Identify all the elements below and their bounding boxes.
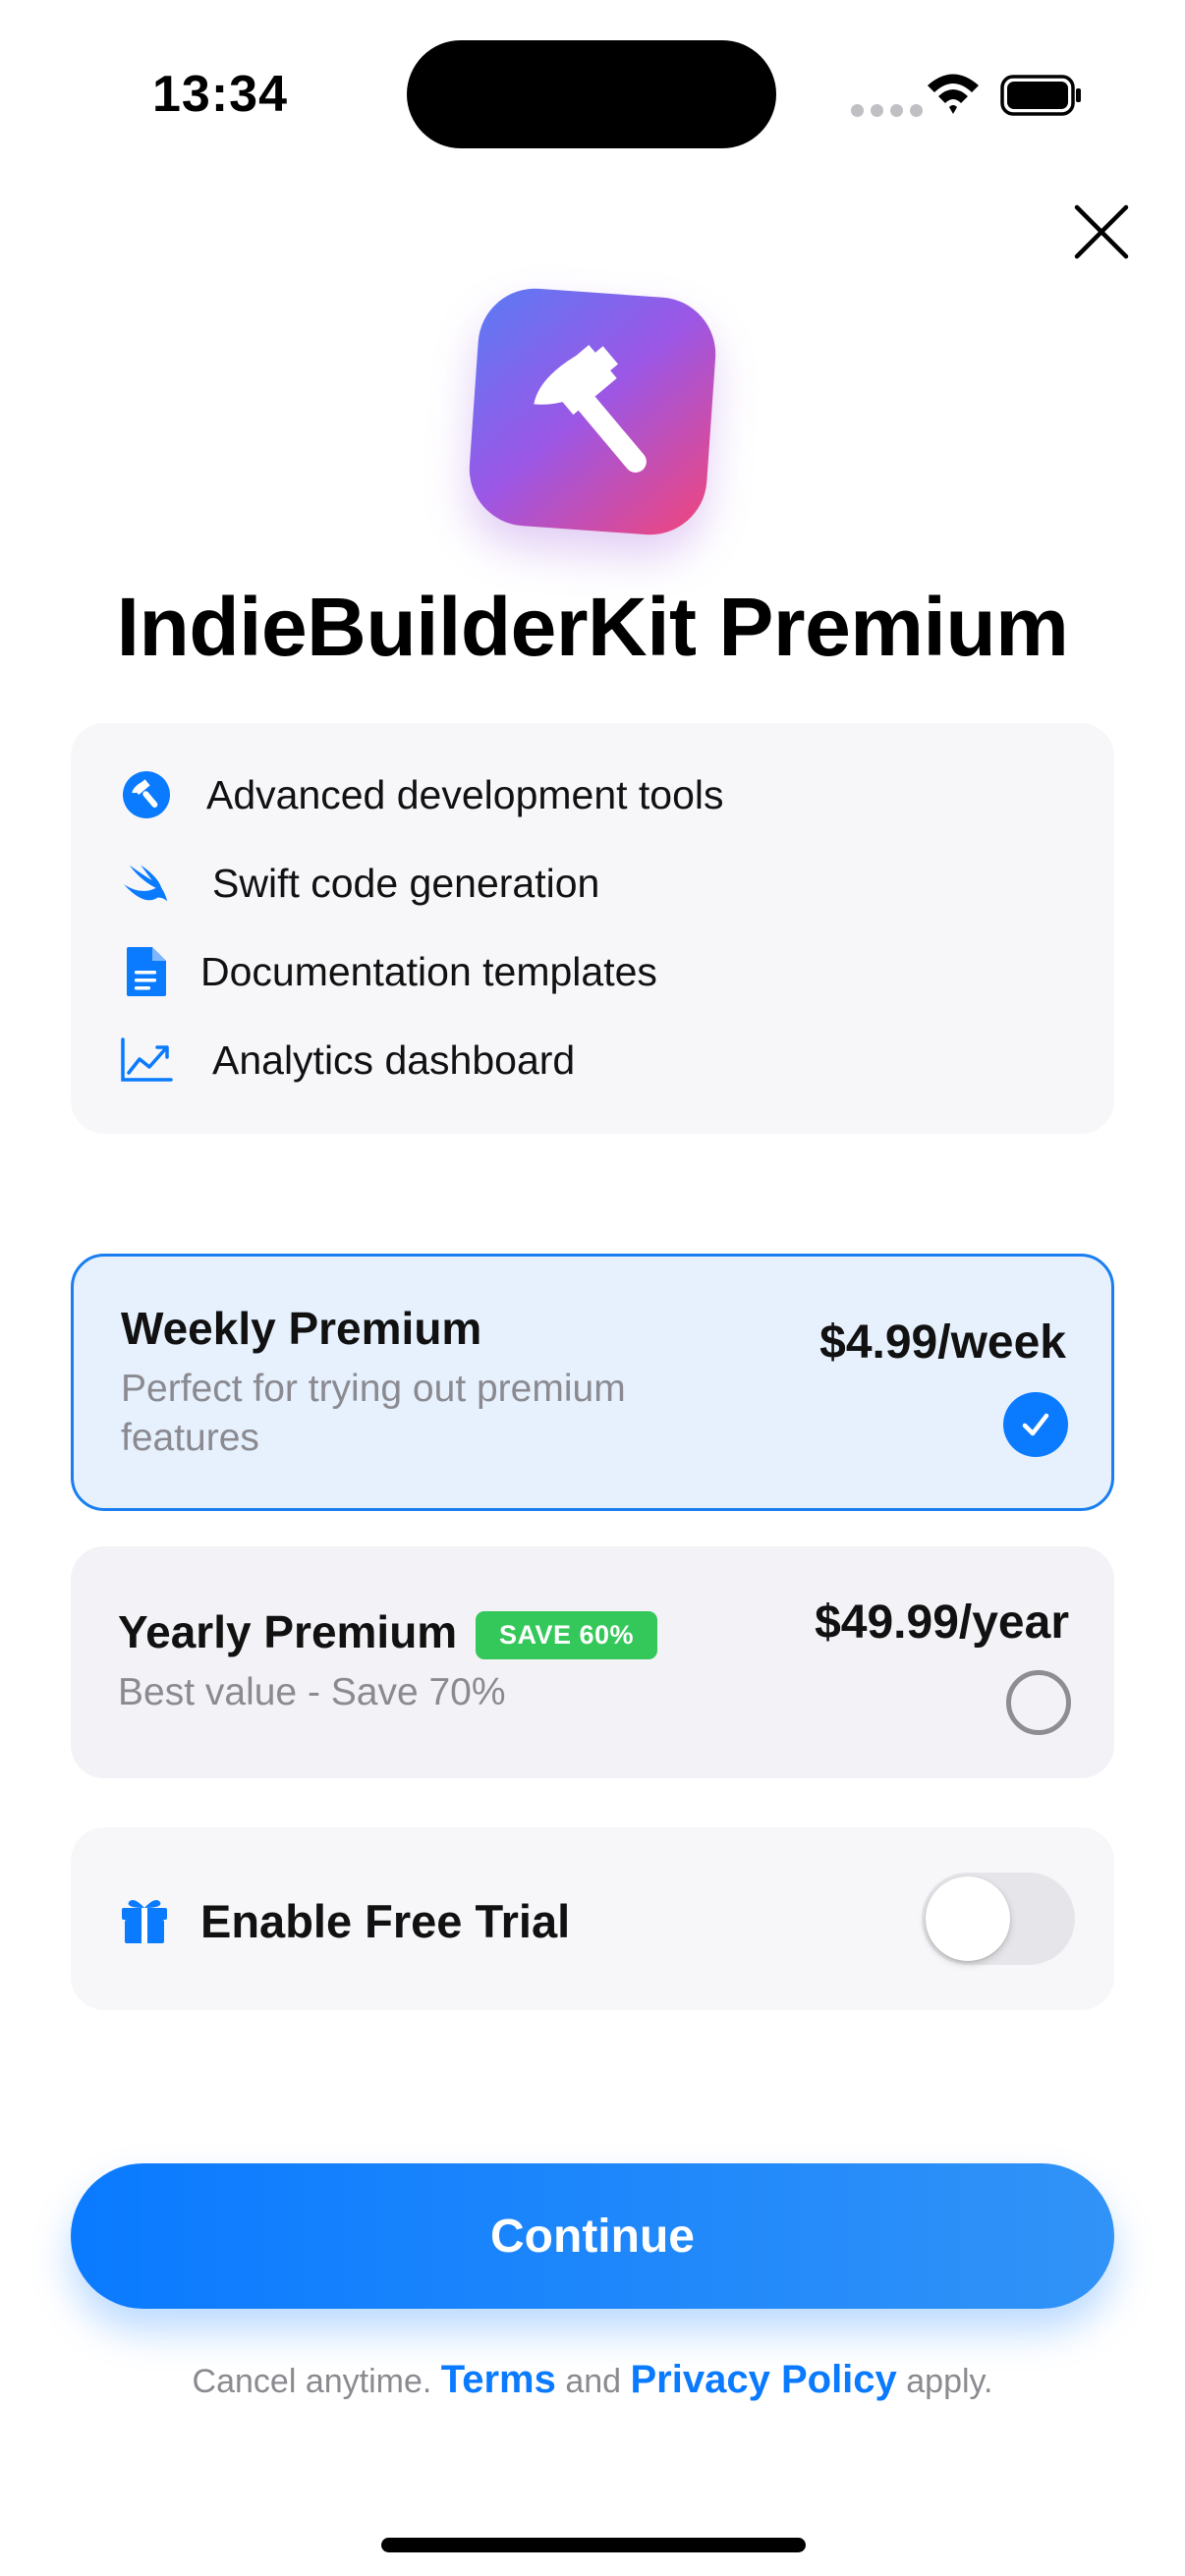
home-indicator bbox=[381, 2538, 806, 2552]
swift-icon bbox=[120, 857, 173, 910]
legal-footer: Cancel anytime. Terms and Privacy Policy… bbox=[0, 2358, 1185, 2402]
footer-prefix: Cancel anytime. bbox=[192, 2363, 432, 2400]
checkmark-icon bbox=[1022, 1413, 1049, 1436]
page-title: IndieBuilderKit Premium bbox=[116, 581, 1069, 673]
feature-label: Documentation templates bbox=[200, 948, 657, 994]
close-icon bbox=[1074, 204, 1129, 259]
hammer-circle-icon bbox=[120, 768, 173, 821]
feature-label: Advanced development tools bbox=[206, 771, 724, 817]
paywall-screen: 13:34 IndieBuilderKit Premium Advanced d… bbox=[0, 0, 1185, 2576]
free-trial-label: Enable Free Trial bbox=[200, 1895, 571, 1947]
gift-icon bbox=[122, 1900, 167, 1943]
save-badge: SAVE 60% bbox=[476, 1611, 658, 1659]
feature-label: Analytics dashboard bbox=[212, 1036, 576, 1083]
wifi-icon bbox=[928, 74, 979, 114]
dynamic-island bbox=[407, 40, 776, 148]
cellular-signal-icon bbox=[851, 104, 923, 117]
privacy-policy-link[interactable]: Privacy Policy bbox=[631, 2358, 897, 2401]
radio-unselected[interactable] bbox=[1006, 1670, 1071, 1735]
chart-icon bbox=[120, 1034, 173, 1087]
feature-item: Analytics dashboard bbox=[120, 1034, 575, 1087]
feature-item: Advanced development tools bbox=[120, 768, 724, 821]
hammer-icon bbox=[534, 345, 647, 473]
feature-list: Advanced development tools Swift code ge… bbox=[71, 723, 1114, 1134]
footer-and: and bbox=[565, 2363, 622, 2400]
plan-name: Weekly Premium bbox=[121, 1303, 482, 1354]
continue-button[interactable]: Continue bbox=[71, 2163, 1114, 2309]
free-trial-row: Enable Free Trial bbox=[71, 1827, 1114, 2010]
radio-selected[interactable] bbox=[1003, 1392, 1068, 1457]
free-trial-toggle[interactable] bbox=[922, 1873, 1075, 1965]
feature-item: Documentation templates bbox=[120, 945, 657, 998]
feature-item: Swift code generation bbox=[120, 857, 599, 910]
app-icon bbox=[465, 284, 720, 539]
plan-option-weekly[interactable]: Weekly Premium Perfect for trying out pr… bbox=[71, 1254, 1114, 1511]
feature-label: Swift code generation bbox=[212, 860, 600, 906]
document-icon bbox=[120, 945, 173, 998]
terms-link[interactable]: Terms bbox=[441, 2358, 556, 2401]
close-button[interactable] bbox=[1071, 201, 1132, 262]
plan-option-yearly[interactable]: Yearly Premium SAVE 60% Best value - Sav… bbox=[71, 1546, 1114, 1778]
footer-suffix: apply. bbox=[906, 2363, 993, 2400]
plan-description: Perfect for trying out premium features bbox=[121, 1368, 626, 1459]
battery-icon bbox=[1000, 75, 1081, 116]
status-time: 13:34 bbox=[152, 66, 288, 123]
plan-price: $49.99/year bbox=[815, 1596, 1069, 1649]
plan-price: $4.99/week bbox=[819, 1316, 1066, 1369]
plan-description: Best value - Save 70% bbox=[118, 1671, 506, 1713]
plan-name: Yearly Premium bbox=[118, 1606, 458, 1657]
toggle-knob bbox=[926, 1876, 1010, 1961]
